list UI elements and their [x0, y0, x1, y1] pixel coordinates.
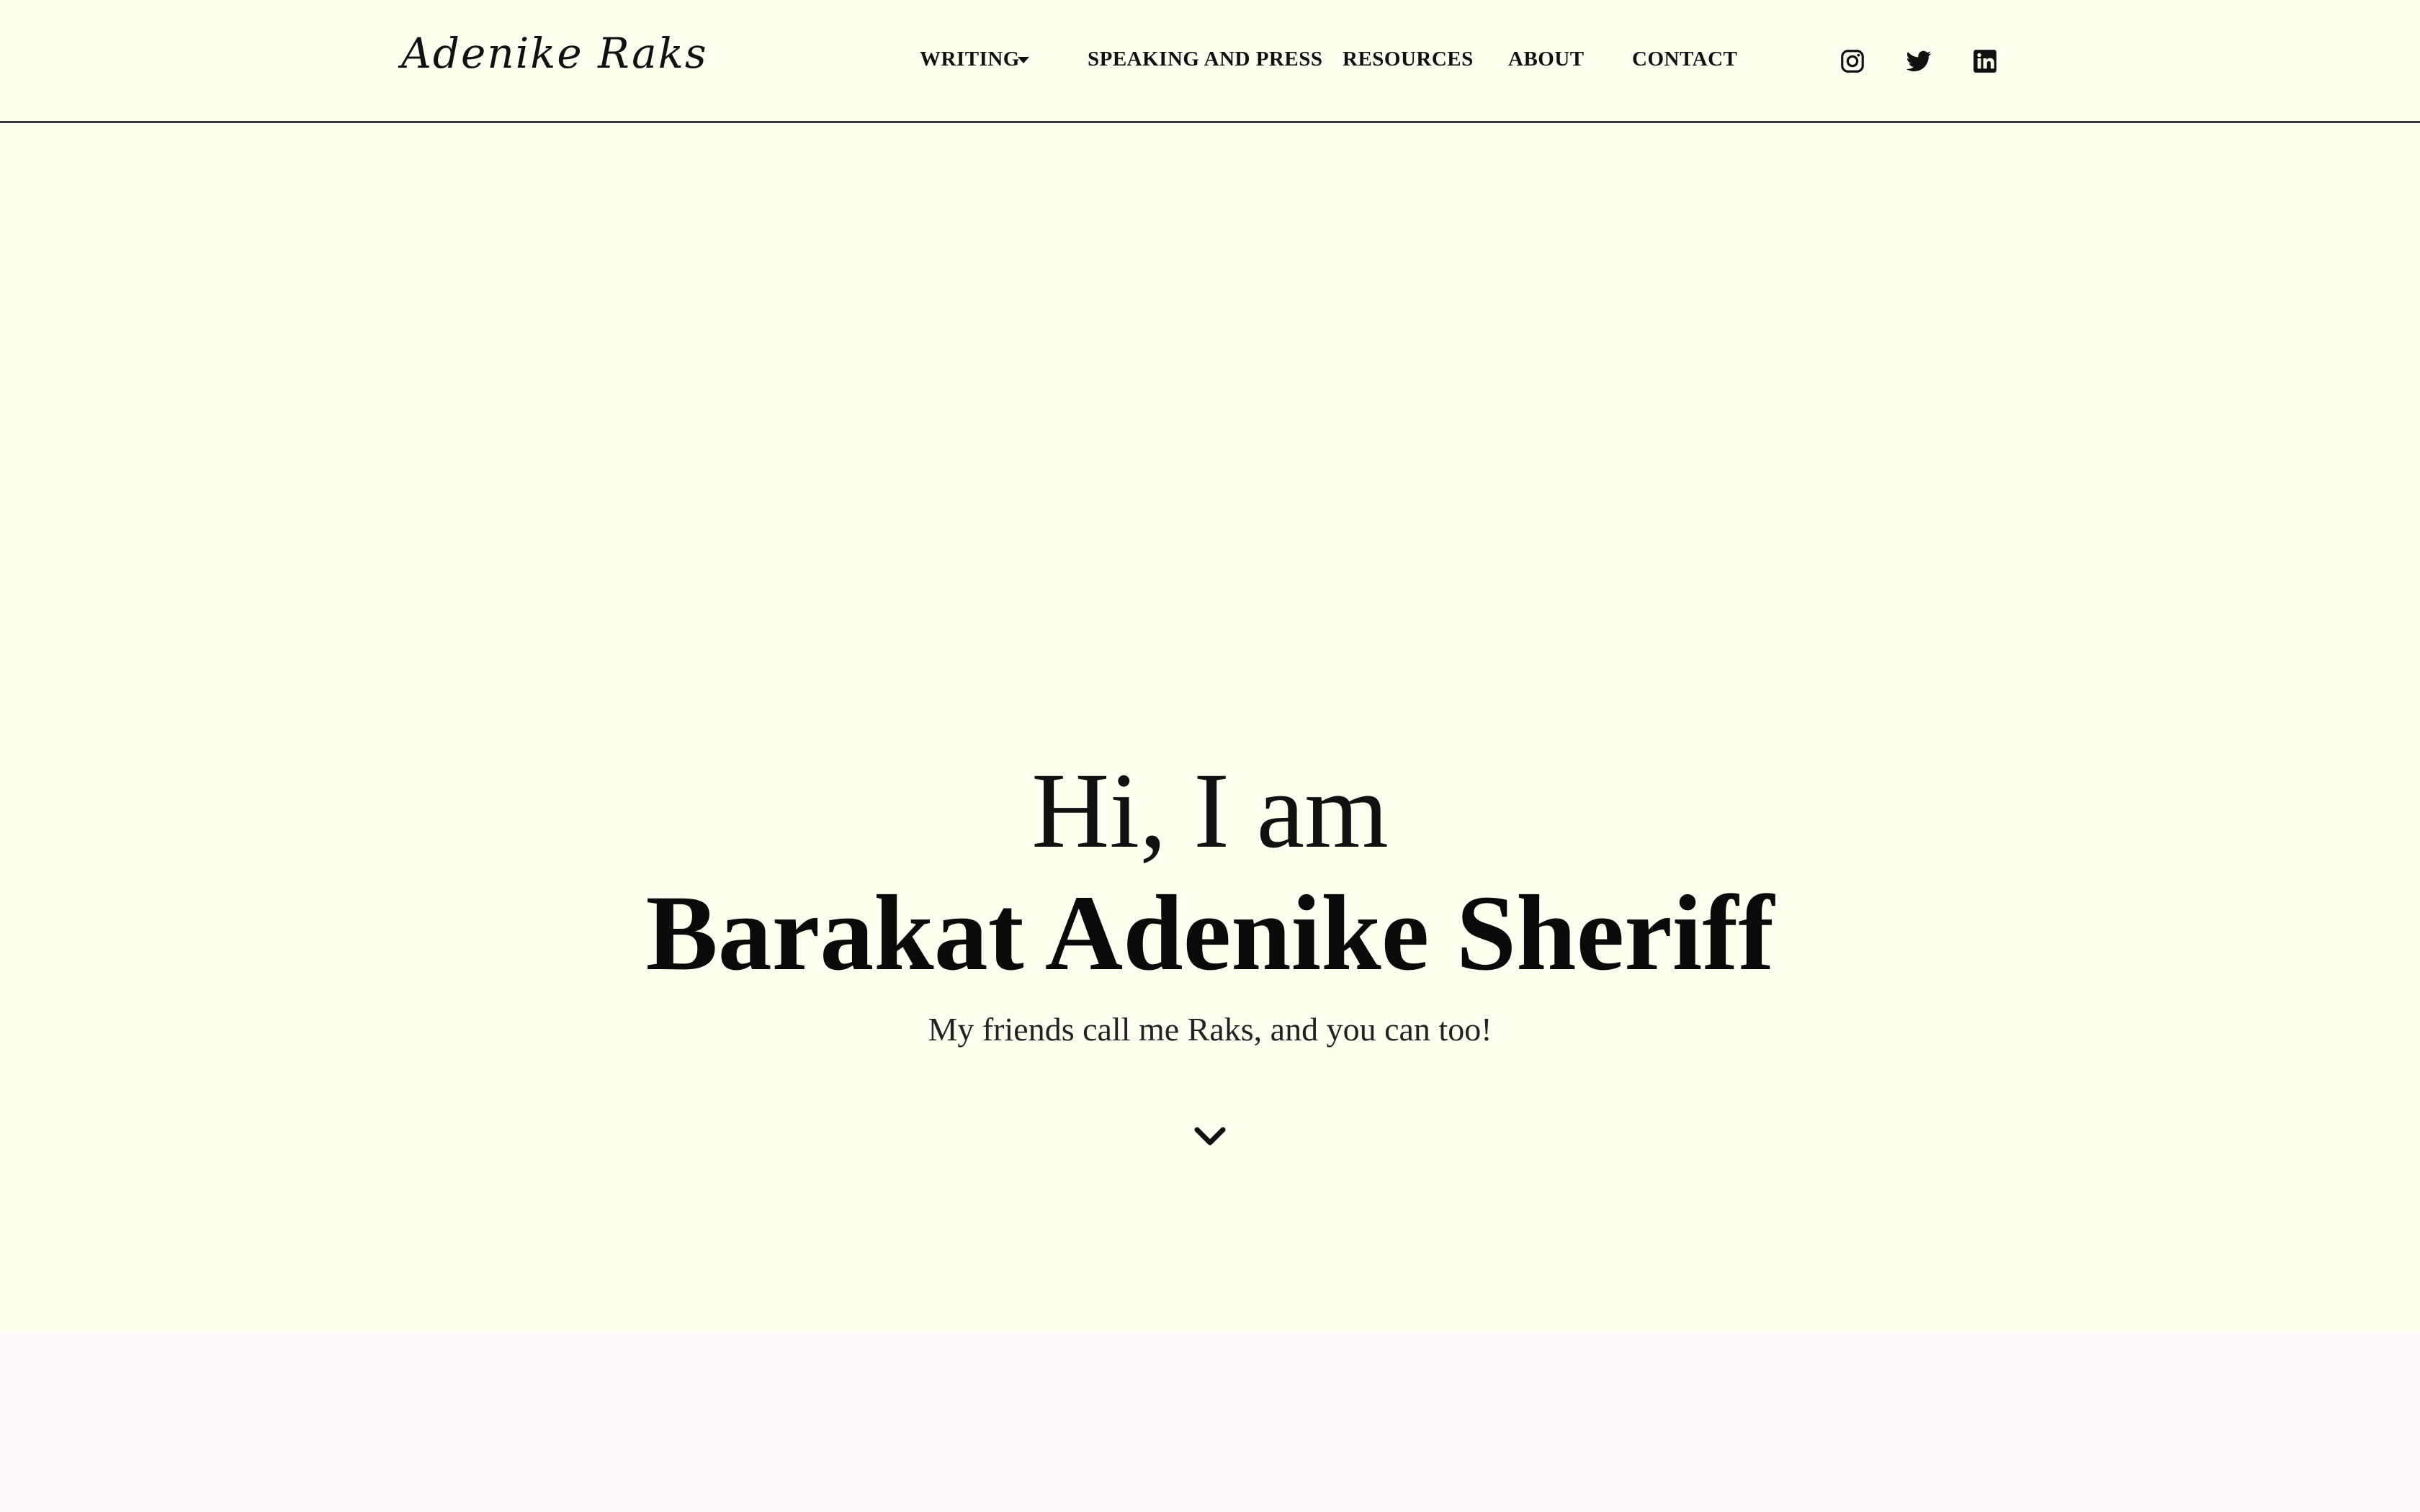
- nav-item-resources[interactable]: RESOURCES: [1343, 48, 1474, 71]
- nav-item-contact[interactable]: CONTACT: [1632, 48, 1737, 71]
- hero-name: Barakat Adenike Sheriff: [645, 873, 1775, 993]
- hero-greeting: Hi, I am: [1031, 751, 1389, 870]
- nav-item-about[interactable]: ABOUT: [1508, 48, 1585, 71]
- main-nav: WRITING SPEAKING AND PRESS RESOURCES ABO…: [0, 0, 2420, 123]
- chevron-down-icon[interactable]: [1018, 57, 1029, 63]
- nav-item-writing[interactable]: WRITING: [920, 48, 1020, 71]
- linkedin-icon[interactable]: [1971, 48, 1999, 75]
- twitter-icon[interactable]: [1905, 48, 1932, 75]
- instagram-icon[interactable]: [1839, 48, 1866, 75]
- hero-subtitle: My friends call me Raks, and you can too…: [928, 1011, 1492, 1048]
- next-section: [0, 1333, 2420, 1512]
- chevron-down-icon[interactable]: [1193, 1125, 1227, 1148]
- page: Adenike Raks WRITING SPEAKING AND PRESS …: [0, 0, 2420, 1512]
- site-header: Adenike Raks WRITING SPEAKING AND PRESS …: [0, 0, 2420, 123]
- nav-item-speaking-and-press[interactable]: SPEAKING AND PRESS: [1088, 48, 1322, 71]
- hero-section: Hi, I am Barakat Adenike Sheriff My frie…: [0, 123, 2420, 1333]
